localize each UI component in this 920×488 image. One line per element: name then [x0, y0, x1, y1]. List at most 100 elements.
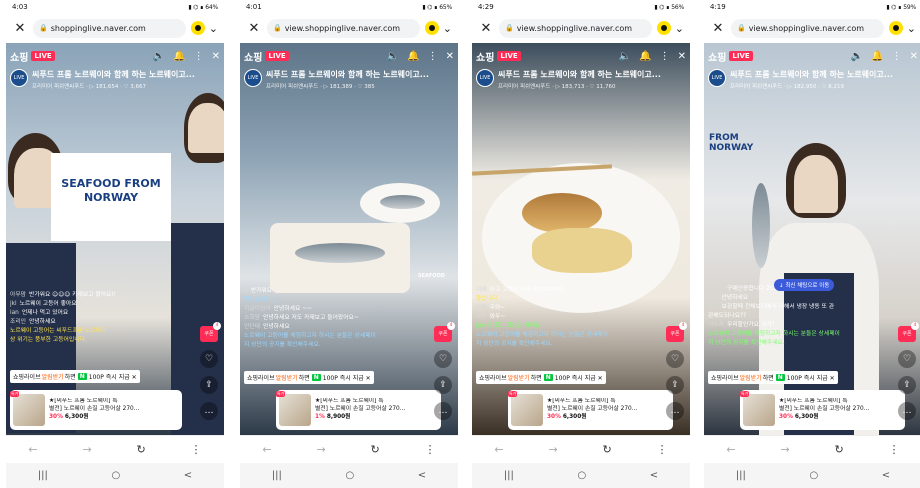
chevron-down-icon[interactable]: ⌄: [443, 22, 452, 35]
close-icon[interactable]: ✕: [212, 51, 220, 62]
menu-icon[interactable]: ⋮: [889, 443, 900, 456]
coupon-button[interactable]: 쿠폰 4: [200, 322, 221, 342]
menu-icon[interactable]: ⋮: [191, 443, 202, 456]
share-icon[interactable]: ⇪: [898, 376, 916, 394]
broadcast-title: LIVE 씨푸드 프롬 노르웨이와 함께 하는 노르웨이고... 프리미어 피쉬앤씨…: [10, 69, 220, 90]
home-icon[interactable]: ○: [577, 470, 586, 481]
share-icon[interactable]: ⇪: [666, 376, 684, 394]
live-video-area[interactable]: 쇼핑 LIVE 🔈 🔔 ⋮ ✕ LIVE 씨푸드 프롬 노르웨이와 함께 하는 노르웨이고..…: [472, 43, 690, 435]
product-card[interactable]: 특가 ★[씨푸드 프롬 노르웨이] 특 별전] 노르웨이 손질 고등어살 270..…: [740, 390, 905, 430]
channel-avatar[interactable]: LIVE: [476, 69, 494, 87]
chat-bubble-icon[interactable]: …: [898, 402, 916, 420]
channel-avatar[interactable]: LIVE: [708, 69, 726, 87]
chat-bubble-icon[interactable]: …: [666, 402, 684, 420]
reload-icon[interactable]: ↻: [603, 443, 612, 456]
channel-avatar[interactable]: LIVE: [10, 69, 28, 87]
heart-icon[interactable]: ♡: [898, 350, 916, 368]
share-icon[interactable]: ⇪: [200, 376, 218, 394]
recent-apps-icon[interactable]: |||: [38, 470, 48, 481]
coupon-button[interactable]: 쿠폰 4: [434, 322, 455, 342]
bell-icon[interactable]: 🔔: [407, 51, 419, 62]
product-card[interactable]: 특가 ★[씨푸드 프롬 노르웨이] 특 별전] 노르웨이 손질 고등어살 270..…: [10, 390, 182, 430]
bell-icon[interactable]: 🔔: [871, 51, 883, 62]
forward-icon[interactable]: →: [780, 443, 789, 456]
back-icon[interactable]: ←: [726, 443, 735, 456]
close-tab-icon[interactable]: ✕: [710, 21, 726, 36]
recent-apps-icon[interactable]: |||: [736, 470, 746, 481]
menu-icon[interactable]: ⋮: [657, 443, 668, 456]
heart-icon[interactable]: ♡: [666, 350, 684, 368]
back-icon[interactable]: ←: [262, 443, 271, 456]
home-icon[interactable]: ○: [809, 470, 818, 481]
forward-icon[interactable]: →: [82, 443, 91, 456]
naver-extension-icon[interactable]: [190, 21, 205, 35]
points-promo-banner[interactable]: 쇼핑라이브 알림받기 하면 N 100P 즉시 지급 ✕: [708, 371, 838, 384]
home-icon[interactable]: ○: [345, 470, 354, 481]
recent-apps-icon[interactable]: |||: [504, 470, 514, 481]
more-icon[interactable]: ⋮: [660, 51, 670, 62]
recent-apps-icon[interactable]: |||: [272, 470, 282, 481]
speaker-icon[interactable]: 🔈: [851, 51, 863, 62]
system-back-icon[interactable]: <: [418, 470, 426, 481]
back-icon[interactable]: ←: [494, 443, 503, 456]
naver-extension-icon[interactable]: [424, 21, 439, 35]
naver-extension-icon[interactable]: [656, 21, 671, 35]
chat-bubble-icon[interactable]: …: [434, 402, 452, 420]
speaker-icon[interactable]: 🔈: [619, 51, 631, 62]
product-name-line1: ★[씨푸드 프롬 노르웨이] 특: [547, 398, 616, 405]
reload-icon[interactable]: ↻: [371, 443, 380, 456]
bell-icon[interactable]: 🔔: [639, 51, 651, 62]
chevron-down-icon[interactable]: ⌄: [209, 22, 218, 35]
chat-text: 지 상단의 공지를 확인해주세요.: [476, 341, 553, 347]
chat-text: 안녕하세요 ~~: [273, 306, 312, 312]
url-field[interactable]: 🔒 view.shoppinglive.naver.com: [267, 18, 420, 38]
close-tab-icon[interactable]: ✕: [478, 21, 494, 36]
chat-message: g 반가워요: [244, 287, 428, 296]
more-icon[interactable]: ⋮: [194, 51, 204, 62]
close-icon[interactable]: ✕: [910, 51, 918, 62]
speaker-icon[interactable]: 🔈: [153, 51, 165, 62]
menu-icon[interactable]: ⋮: [425, 443, 436, 456]
back-icon[interactable]: ←: [28, 443, 37, 456]
live-video-area[interactable]: SEAFOOD FROM NORWAY 쇼핑 LIVE 🔈 🔔 ⋮ ✕ LIVE 씨푸드 프롬 …: [6, 43, 224, 435]
forward-icon[interactable]: →: [316, 443, 325, 456]
url-field[interactable]: 🔒 view.shoppinglive.naver.com: [499, 18, 652, 38]
url-field[interactable]: 🔒 view.shoppinglive.naver.com: [731, 18, 884, 38]
more-icon[interactable]: ⋮: [892, 51, 902, 62]
bell-icon[interactable]: 🔔: [173, 51, 185, 62]
chevron-down-icon[interactable]: ⌄: [675, 22, 684, 35]
points-promo-banner[interactable]: 쇼핑라이브 알림받기 하면 N 100P 즉시 지급 ✕: [476, 371, 606, 384]
system-back-icon[interactable]: <: [650, 470, 658, 481]
reload-icon[interactable]: ↻: [835, 443, 844, 456]
reload-icon[interactable]: ↻: [137, 443, 146, 456]
close-icon[interactable]: ✕: [446, 51, 454, 62]
channel-avatar[interactable]: LIVE: [244, 69, 262, 87]
system-back-icon[interactable]: <: [184, 470, 192, 481]
heart-icon[interactable]: ♡: [434, 350, 452, 368]
live-video-area[interactable]: FROM NORWAY 쇼핑 LIVE 🔈 🔔 ⋮ ✕ LIVE 씨푸드 프롬 노르웨이와 함께…: [704, 43, 920, 435]
home-icon[interactable]: ○: [111, 470, 120, 481]
system-back-icon[interactable]: <: [882, 470, 890, 481]
points-promo-banner[interactable]: 쇼핑라이브 알림받기 하면 N 100P 즉시 지급 ✕: [10, 370, 140, 383]
forward-icon[interactable]: →: [548, 443, 557, 456]
close-tab-icon[interactable]: ✕: [246, 21, 262, 36]
live-video-area[interactable]: SEAFOOD 쇼핑 LIVE 🔈 🔔 ⋮ ✕ LIVE 씨푸드 프롬 노르웨이와 함께 하는 …: [240, 43, 458, 435]
product-card[interactable]: 특가 ★[씨푸드 프롬 노르웨이] 특 별전] 노르웨이 손질 고등어살 270..…: [276, 390, 441, 430]
url-field[interactable]: 🔒 shoppinglive.naver.com: [33, 18, 186, 38]
naver-extension-icon[interactable]: [888, 21, 903, 35]
more-icon[interactable]: ⋮: [428, 51, 438, 62]
coupon-button[interactable]: 쿠폰 4: [898, 322, 919, 342]
coupon-button[interactable]: 쿠폰 4: [666, 322, 687, 342]
browser-url-bar: ✕ 🔒 view.shoppinglive.naver.com ⌄: [704, 17, 920, 39]
heart-icon[interactable]: ♡: [200, 350, 218, 368]
close-tab-icon[interactable]: ✕: [12, 21, 28, 36]
speaker-icon[interactable]: 🔈: [387, 51, 399, 62]
close-icon[interactable]: ✕: [678, 51, 686, 62]
new-chat-button[interactable]: ↓ 최신 채팅으로 이동: [774, 279, 835, 291]
chat-bubble-icon[interactable]: …: [200, 402, 218, 420]
chevron-down-icon[interactable]: ⌄: [907, 22, 916, 35]
product-card[interactable]: 특가 ★[씨푸드 프롬 노르웨이] 특 별전] 노르웨이 손질 고등어살 270..…: [508, 390, 673, 430]
points-promo-banner[interactable]: 쇼핑라이브 알림받기 하면 N 100P 즉시 지급 ✕: [244, 371, 374, 384]
share-icon[interactable]: ⇪: [434, 376, 452, 394]
chat-message: 안단테 안녕하세요: [244, 323, 428, 332]
